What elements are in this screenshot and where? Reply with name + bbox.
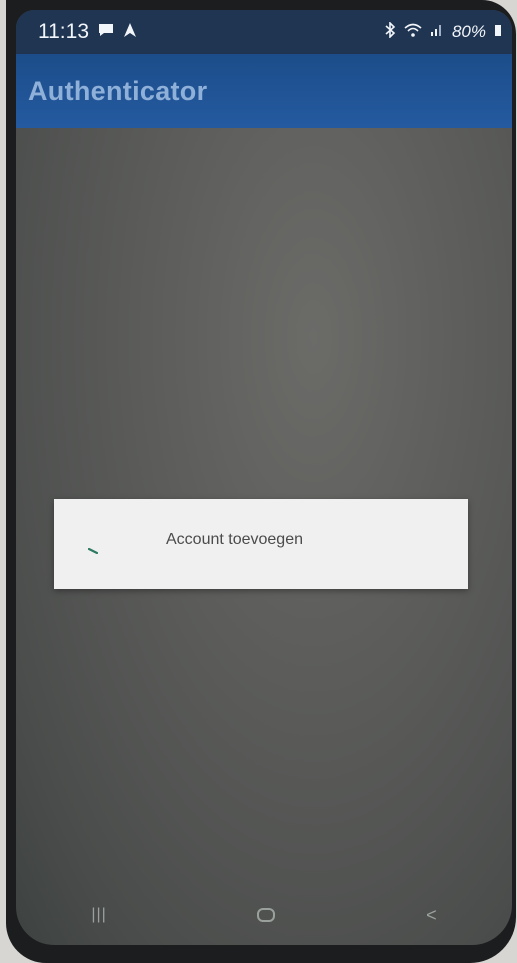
- bluetooth-icon: [384, 20, 396, 43]
- navigation-icon: [123, 20, 137, 44]
- recents-icon[interactable]: |||: [91, 906, 106, 924]
- phone-device: 11:13 80% Authenticator Account toevoege…: [6, 0, 516, 963]
- phone-screen: 11:13 80% Authenticator Account toevoege…: [16, 10, 512, 945]
- signal-icon: [430, 22, 444, 42]
- add-account-menu-item[interactable]: Account toevoegen: [54, 499, 468, 589]
- wifi-icon: [404, 22, 422, 42]
- message-icon: [97, 20, 115, 44]
- system-nav-bar: ||| <: [16, 885, 512, 945]
- home-icon[interactable]: [257, 908, 276, 922]
- app-bar: Authenticator: [16, 54, 512, 128]
- app-title: Authenticator: [28, 75, 208, 106]
- status-bar: 11:13 80%: [16, 10, 512, 54]
- add-account-label: Account toevoegen: [166, 531, 303, 548]
- battery-icon: [494, 22, 502, 42]
- back-icon[interactable]: <: [426, 905, 437, 926]
- status-time: 11:13: [38, 20, 89, 43]
- key-icon: [87, 541, 99, 555]
- battery-label: 80%: [451, 22, 486, 41]
